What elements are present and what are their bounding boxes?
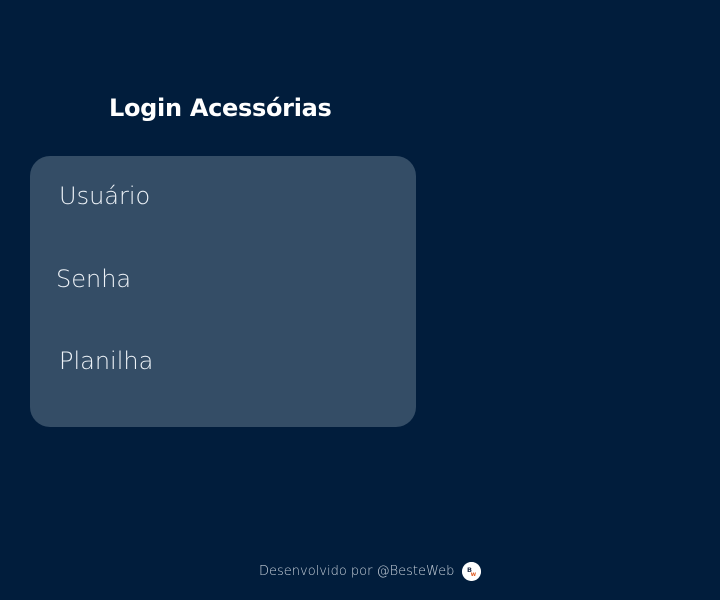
footer: Desenvolvido por @BesteWeb B w [259,561,482,581]
password-field[interactable] [30,254,416,304]
login-card [30,156,416,427]
username-field[interactable] [30,171,416,221]
spreadsheet-field[interactable] [30,336,416,386]
svg-text:w: w [471,571,477,578]
footer-credit: Desenvolvido por @BesteWeb [259,563,455,579]
besteweb-logo-icon: B w [462,561,482,581]
page-title: Login Acessórias [109,94,332,122]
